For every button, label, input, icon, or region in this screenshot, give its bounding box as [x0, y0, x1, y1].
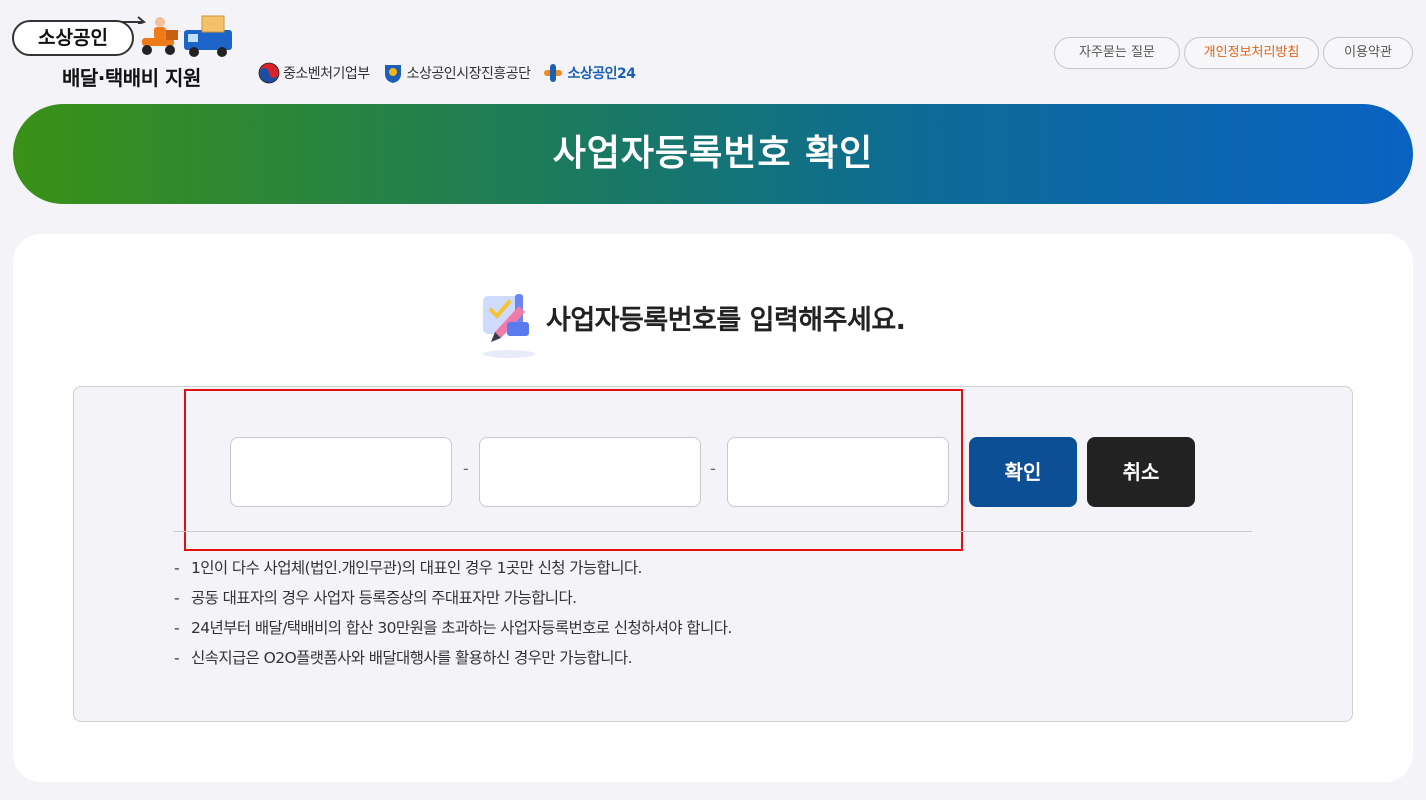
- pencil-checklist-icon: [483, 294, 535, 358]
- taegeuk-icon: [258, 62, 280, 84]
- notice-item: 공동 대표자의 경우 사업자 등록증상의 주대표자만 가능합니다.: [174, 583, 732, 613]
- org-name: 소상공인24: [567, 66, 636, 82]
- faq-link[interactable]: 자주묻는 질문: [1054, 37, 1180, 69]
- logo-subtitle: 배달·택배비 지원: [62, 66, 201, 90]
- privacy-policy-link[interactable]: 개인정보처리방침: [1184, 37, 1319, 69]
- p24-logo-icon: [544, 64, 563, 82]
- page-title: 사업자등록번호 확인: [552, 133, 874, 174]
- partner-orgs: 중소벤처기업부 소상공인시장진흥공단 소상공인24: [258, 62, 648, 84]
- org-semas[interactable]: 소상공인시장진흥공단: [382, 62, 531, 84]
- notice-item: 24년부터 배달/택배비의 합산 30만원을 초과하는 사업자등록번호로 신청하…: [174, 613, 732, 643]
- org-mss[interactable]: 중소벤처기업부: [258, 62, 370, 84]
- notice-list: 1인이 다수 사업체(법인.개인무관)의 대표인 경우 1곳만 신청 가능합니다…: [174, 553, 732, 673]
- notice-item: 1인이 다수 사업체(법인.개인무관)의 대표인 경우 1곳만 신청 가능합니다…: [174, 553, 732, 583]
- terms-link[interactable]: 이용약관: [1323, 37, 1413, 69]
- org-name: 중소벤처기업부: [283, 66, 370, 82]
- business-number-part1-input[interactable]: [230, 437, 452, 507]
- site-logo[interactable]: 소상공인 배달·택배비 지원: [12, 14, 240, 90]
- org-name: 소상공인시장진흥공단: [406, 66, 531, 82]
- form-divider: [174, 531, 1252, 532]
- main-card: 사업자등록번호를 입력해주세요. - - 확인 취소 1인이 다수 사업체(법인…: [13, 234, 1413, 782]
- business-number-part3-input[interactable]: [727, 437, 949, 507]
- confirm-button[interactable]: 확인: [969, 437, 1077, 507]
- cancel-button[interactable]: 취소: [1087, 437, 1195, 507]
- business-number-part2-input[interactable]: [479, 437, 701, 507]
- page-title-banner: 사업자등록번호 확인: [13, 104, 1413, 204]
- separator-dash: -: [710, 459, 716, 478]
- logo-pill-text: 소상공인: [12, 20, 134, 56]
- notice-item: 신속지급은 O2O플랫폼사와 배달대행사를 활용하신 경우만 가능합니다.: [174, 643, 732, 673]
- org-p24[interactable]: 소상공인24: [542, 62, 636, 84]
- delivery-scooter-truck-icon: [142, 15, 232, 57]
- separator-dash: -: [463, 459, 469, 478]
- top-links: 자주묻는 질문 개인정보처리방침 이용약관: [1050, 37, 1413, 69]
- form-heading-text: 사업자등록번호를 입력해주세요.: [546, 305, 906, 336]
- form-heading: 사업자등록번호를 입력해주세요.: [13, 290, 1413, 360]
- business-number-form: - - 확인 취소 1인이 다수 사업체(법인.개인무관)의 대표인 경우 1곳…: [73, 386, 1353, 722]
- semas-emblem-icon: [384, 65, 401, 83]
- site-header: 소상공인 배달·택배비 지원 중소벤처기업부 소상공인시장진흥공단 소상공인24…: [0, 0, 1426, 100]
